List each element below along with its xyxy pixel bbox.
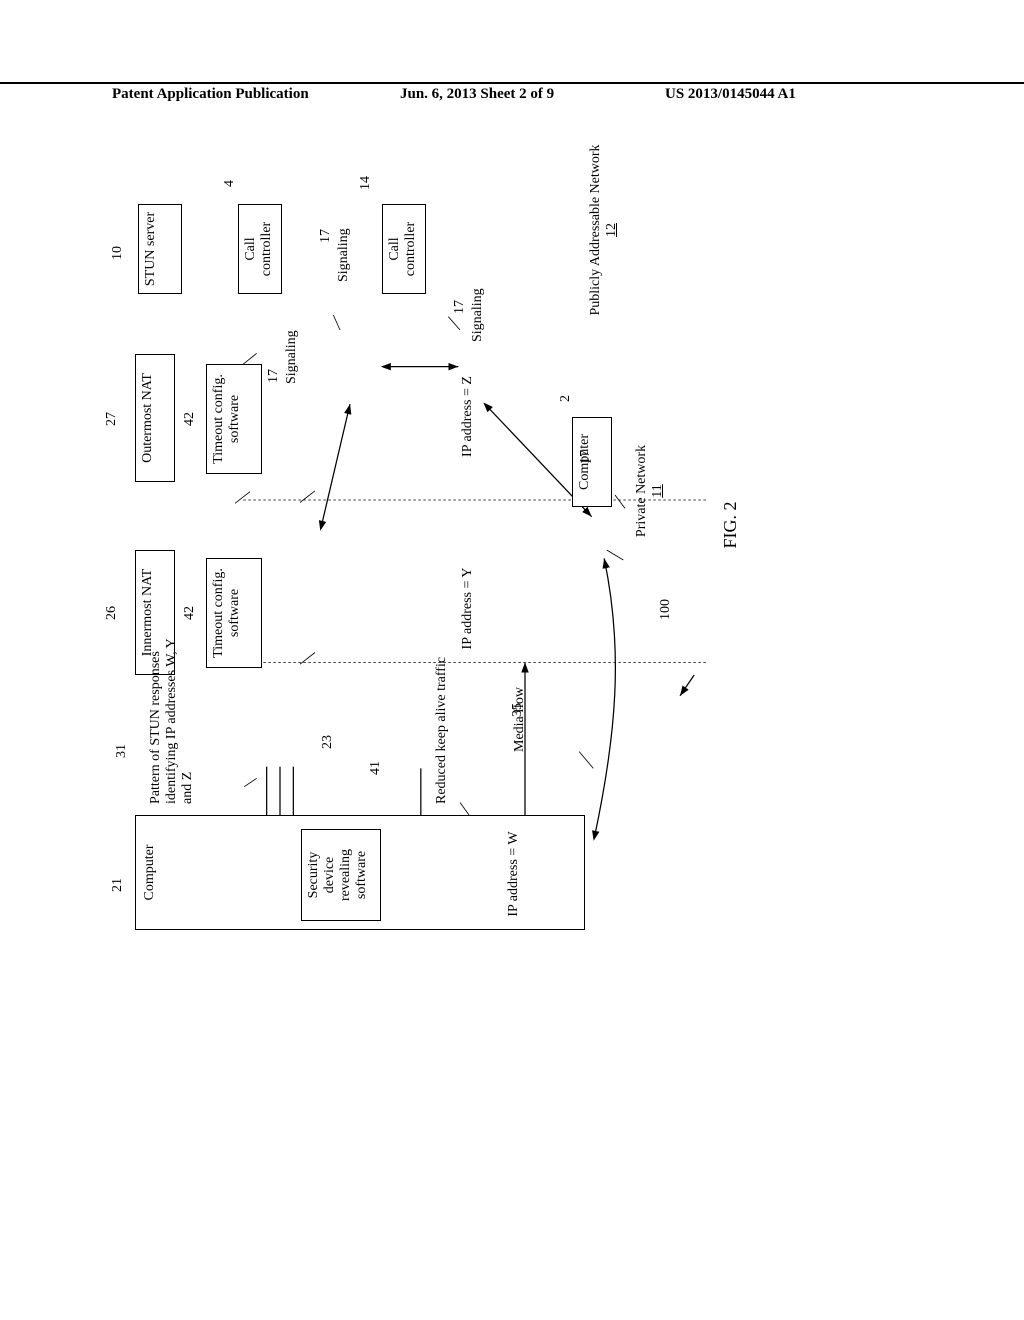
ref-17b: 17 (318, 229, 334, 243)
keepalive-label: Reduced keep alive traffic (434, 634, 450, 804)
ref-2: 2 (558, 395, 574, 402)
priv-net-text: Private Network (634, 445, 649, 537)
ref-35: 35 (510, 703, 526, 717)
call-controller-4: Call controller (238, 204, 282, 294)
pub-net-num: 12 (604, 223, 619, 237)
ip-z: IP address = Z (460, 359, 476, 474)
signaling-2: Signaling (336, 228, 352, 282)
ref-42a: 42 (182, 606, 198, 620)
figure-label: FIG. 2 (720, 485, 741, 565)
ref-17a: 17 (266, 369, 282, 383)
computer-21-label: Computer (142, 816, 158, 929)
ip-y: IP address = Y (460, 551, 476, 666)
timeout-config-1: Timeout config. software (206, 558, 262, 668)
stun-server: STUN server (138, 204, 182, 294)
ref-10: 10 (110, 246, 126, 260)
ref-100: 100 (658, 599, 674, 620)
ref-26: 26 (104, 606, 120, 620)
outermost-nat: Outermost NAT (135, 354, 175, 482)
figure-2: Computer Security device revealing softw… (80, 250, 920, 950)
media-flow-label: Media flow (512, 642, 528, 752)
stun-response-label: Pattern of STUN responses identifying IP… (148, 624, 196, 804)
ref-27: 27 (104, 412, 120, 426)
ref-42b: 42 (182, 412, 198, 426)
ref-21: 21 (110, 878, 126, 892)
security-software: Security device revealing software (301, 829, 381, 921)
signaling-1: Signaling (284, 330, 300, 384)
call-controller-14: Call controller (382, 204, 426, 294)
private-network-label: Private Network 11 (634, 416, 666, 566)
computer-21: Computer Security device revealing softw… (135, 815, 585, 930)
header-center: Jun. 6, 2013 Sheet 2 of 9 (400, 86, 554, 103)
ref-4: 4 (222, 180, 238, 187)
timeout-config-2: Timeout config. software (206, 364, 262, 474)
ref-14: 14 (358, 176, 374, 190)
pub-net-text: Publicly Addressable Network (588, 144, 603, 315)
public-network-label: Publicly Addressable Network 12 (588, 130, 620, 330)
page: Patent Application Publication Jun. 6, 2… (0, 0, 1024, 1320)
header-left: Patent Application Publication (112, 86, 309, 103)
header-right: US 2013/0145044 A1 (665, 86, 796, 103)
ref-17d: 17 (578, 450, 594, 464)
signaling-3: Signaling (470, 288, 486, 342)
ref-31: 31 (114, 744, 130, 758)
ref-23: 23 (320, 735, 336, 749)
priv-net-num: 11 (650, 484, 665, 497)
ip-w: IP address = W (506, 825, 522, 923)
ref-17c: 17 (452, 300, 468, 314)
ref-41: 41 (368, 761, 384, 775)
